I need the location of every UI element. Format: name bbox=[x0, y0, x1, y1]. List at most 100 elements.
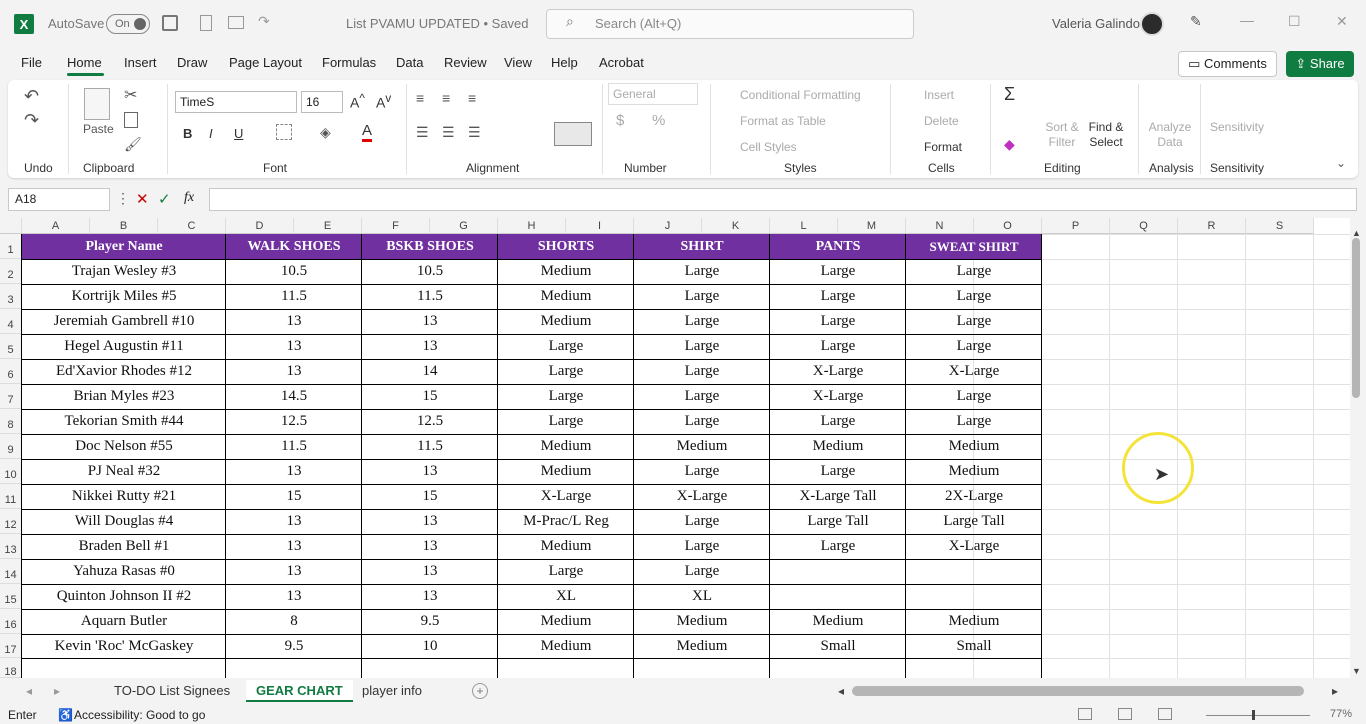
row-header[interactable]: 5 bbox=[0, 334, 22, 359]
format-cells-button[interactable]: Format bbox=[924, 140, 962, 154]
table-cell[interactable]: Medium bbox=[906, 434, 1042, 459]
menu-home[interactable]: Home bbox=[67, 55, 102, 70]
table-cell[interactable]: M-Prac/L Reg bbox=[498, 509, 634, 534]
zoom-slider-thumb[interactable] bbox=[1252, 710, 1255, 720]
format-as-table-button[interactable]: Format as Table bbox=[740, 114, 826, 128]
underline-icon[interactable]: U bbox=[234, 126, 243, 141]
percent-icon[interactable]: % bbox=[652, 112, 665, 129]
table-cell[interactable]: 9.5 bbox=[226, 634, 362, 658]
page-layout-view-icon[interactable] bbox=[1118, 708, 1132, 720]
table-cell[interactable]: Large bbox=[906, 259, 1042, 284]
clear-icon[interactable]: ◆ bbox=[1004, 136, 1015, 153]
enter-icon[interactable]: ✓ bbox=[158, 190, 171, 208]
search-input[interactable]: Search (Alt+Q) bbox=[546, 9, 914, 39]
font-color-icon[interactable]: A bbox=[362, 122, 373, 142]
table-cell[interactable]: 15 bbox=[362, 484, 498, 509]
column-header[interactable]: M bbox=[838, 218, 906, 234]
table-cell[interactable]: Medium bbox=[498, 309, 634, 334]
menu-acrobat[interactable]: Acrobat bbox=[599, 55, 644, 70]
table-cell[interactable]: Medium bbox=[498, 459, 634, 484]
sort-filter-button[interactable]: Sort & Filter bbox=[1042, 120, 1082, 150]
table-cell[interactable]: 13 bbox=[362, 584, 498, 609]
table-cell[interactable]: 8 bbox=[226, 609, 362, 634]
player-name-cell[interactable]: Will Douglas #4 bbox=[22, 509, 226, 534]
table-header-cell[interactable]: WALK SHOES bbox=[226, 234, 362, 259]
paste-label[interactable]: Paste bbox=[83, 122, 114, 136]
table-cell[interactable]: Medium bbox=[634, 609, 770, 634]
table-cell[interactable]: Medium bbox=[498, 434, 634, 459]
autosum-icon[interactable]: Σ bbox=[1004, 84, 1015, 105]
table-header-cell[interactable]: SHIRT bbox=[634, 234, 770, 259]
pen-icon[interactable]: ✎ bbox=[1190, 13, 1202, 30]
add-sheet-icon[interactable]: + bbox=[472, 683, 488, 699]
menu-help[interactable]: Help bbox=[551, 55, 578, 70]
player-name-cell[interactable]: Aquarn Butler bbox=[22, 609, 226, 634]
share-button[interactable]: ⇪ Share bbox=[1286, 51, 1354, 77]
table-cell[interactable]: 13 bbox=[226, 359, 362, 384]
table-cell[interactable]: 13 bbox=[362, 534, 498, 559]
table-header-cell[interactable]: SWEAT SHIRT bbox=[906, 234, 1042, 259]
table-cell[interactable]: Large bbox=[770, 284, 906, 309]
table-cell[interactable]: 13 bbox=[362, 509, 498, 534]
table-cell[interactable]: XL bbox=[498, 584, 634, 609]
table-cell[interactable]: Large bbox=[498, 559, 634, 584]
table-cell[interactable]: Medium bbox=[498, 259, 634, 284]
table-cell[interactable]: Large Tall bbox=[906, 509, 1042, 534]
column-header[interactable]: R bbox=[1178, 218, 1246, 234]
table-cell[interactable]: Medium bbox=[906, 459, 1042, 484]
row-header[interactable]: 14 bbox=[0, 559, 22, 584]
table-header-cell[interactable]: PANTS bbox=[770, 234, 906, 259]
vertical-scrollbar[interactable] bbox=[1352, 238, 1360, 398]
table-cell[interactable]: 9.5 bbox=[362, 609, 498, 634]
table-cell[interactable]: 12.5 bbox=[362, 409, 498, 434]
player-name-cell[interactable]: Kevin 'Roc' McGaskey bbox=[22, 634, 226, 658]
column-header[interactable]: S bbox=[1246, 218, 1314, 234]
table-cell[interactable]: 13 bbox=[226, 309, 362, 334]
align-left-icon[interactable]: ☰ bbox=[416, 124, 429, 141]
player-name-cell[interactable]: Jeremiah Gambrell #10 bbox=[22, 309, 226, 334]
paste-icon[interactable] bbox=[84, 88, 110, 120]
autosave-toggle[interactable]: On bbox=[106, 14, 150, 34]
table-cell[interactable]: X-Large Tall bbox=[770, 484, 906, 509]
table-cell[interactable]: X-Large bbox=[906, 534, 1042, 559]
formula-input[interactable] bbox=[209, 188, 1357, 211]
conditional-formatting-button[interactable]: Conditional Formatting bbox=[740, 88, 861, 102]
collapse-ribbon-icon[interactable]: ⌄ bbox=[1336, 156, 1346, 170]
save-icon[interactable] bbox=[162, 15, 178, 31]
table-cell[interactable]: Large Tall bbox=[770, 509, 906, 534]
more-icon[interactable]: ⋮ bbox=[116, 190, 130, 207]
row-header[interactable]: 15 bbox=[0, 584, 22, 609]
merge-center-icon[interactable] bbox=[554, 122, 592, 146]
format-painter-icon[interactable]: 🖌 bbox=[124, 136, 142, 153]
delete-cells-button[interactable]: Delete bbox=[924, 114, 959, 128]
table-cell[interactable] bbox=[770, 559, 906, 584]
player-name-cell[interactable]: Hegel Augustin #11 bbox=[22, 334, 226, 359]
column-header[interactable]: J bbox=[634, 218, 702, 234]
table-cell[interactable]: Medium bbox=[770, 609, 906, 634]
table-cell[interactable]: Large bbox=[634, 284, 770, 309]
italic-icon[interactable]: I bbox=[209, 126, 213, 141]
fx-icon[interactable]: fx bbox=[184, 190, 194, 206]
tab-gear-chart[interactable]: GEAR CHART bbox=[246, 680, 353, 702]
cut-icon[interactable]: ✂ bbox=[124, 85, 137, 105]
table-header-cell[interactable]: Player Name bbox=[22, 234, 226, 259]
table-cell[interactable]: Large bbox=[498, 384, 634, 409]
player-name-cell[interactable]: Yahuza Rasas #0 bbox=[22, 559, 226, 584]
align-right-icon[interactable]: ☰ bbox=[468, 124, 481, 141]
fill-color-icon[interactable]: ◈ bbox=[320, 124, 331, 141]
cancel-icon[interactable]: ✕ bbox=[136, 190, 149, 208]
row-header[interactable]: 16 bbox=[0, 609, 22, 634]
row-header[interactable]: 13 bbox=[0, 534, 22, 559]
comments-button[interactable]: ▭ Comments bbox=[1178, 51, 1277, 77]
row-header[interactable]: 10 bbox=[0, 459, 22, 484]
table-cell[interactable]: Large bbox=[498, 359, 634, 384]
player-name-cell[interactable]: Brian Myles #23 bbox=[22, 384, 226, 409]
table-cell[interactable]: Medium bbox=[498, 534, 634, 559]
table-cell[interactable]: Medium bbox=[498, 634, 634, 658]
new-file-icon[interactable] bbox=[200, 15, 212, 31]
table-cell[interactable]: 15 bbox=[362, 384, 498, 409]
tab-player-info[interactable]: player info bbox=[352, 680, 432, 702]
menu-file[interactable]: File bbox=[21, 55, 42, 70]
table-cell[interactable]: Large bbox=[498, 334, 634, 359]
table-cell[interactable]: Large bbox=[634, 334, 770, 359]
